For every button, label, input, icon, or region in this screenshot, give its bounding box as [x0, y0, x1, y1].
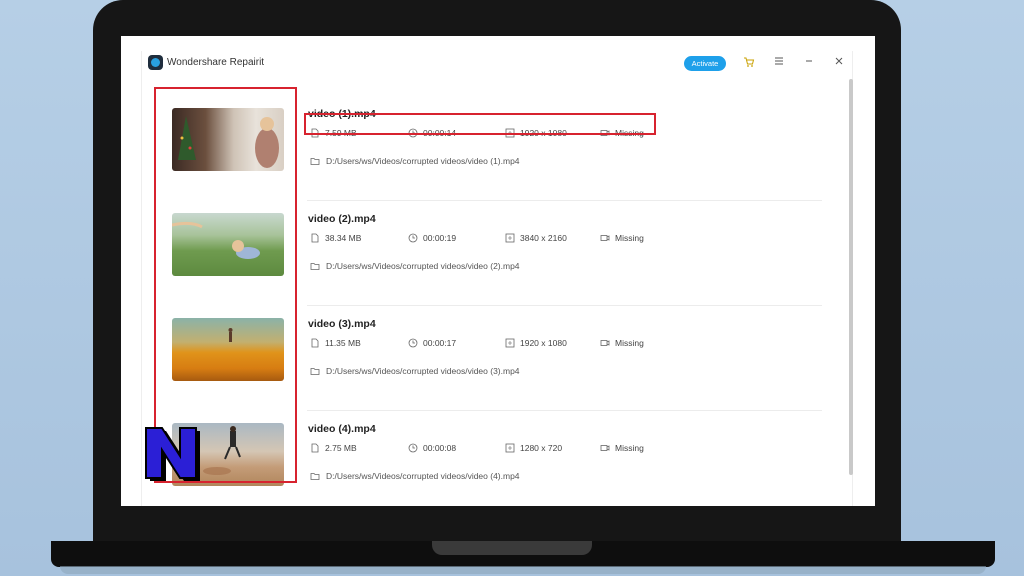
file-size: 11.35 MB [310, 338, 361, 348]
title-bar: Wondershare Repairit Activate [142, 51, 854, 75]
file-icon [311, 233, 319, 243]
laptop-shadow [60, 566, 986, 574]
scrollbar[interactable] [849, 79, 853, 475]
file-path: D:/Users/ws/Videos/corrupted videos/vide… [310, 471, 520, 481]
folder-icon [310, 263, 320, 270]
video-filename: video (2).mp4 [308, 213, 376, 225]
video-camera-icon [600, 340, 610, 346]
video-filename: video (4).mp4 [308, 423, 376, 435]
folder-icon [310, 158, 320, 165]
metadata-highlight-box [304, 113, 656, 135]
minimize-icon[interactable] [802, 56, 816, 70]
audio-status-value: Missing [615, 233, 644, 243]
file-size-value: 11.35 MB [325, 338, 361, 348]
file-size: 2.75 MB [310, 443, 357, 453]
activate-button[interactable]: Activate [684, 56, 726, 71]
file-icon [311, 443, 319, 453]
file-path: D:/Users/ws/Videos/corrupted videos/vide… [310, 156, 520, 166]
file-size-value: 38.34 MB [325, 233, 362, 243]
laptop-notch [432, 541, 592, 555]
file-icon [311, 338, 319, 348]
audio-status: Missing [600, 338, 644, 348]
resolution-value: 1280 x 720 [520, 443, 563, 453]
menu-icon[interactable] [772, 56, 786, 70]
resolution: 1920 x 1080 [505, 338, 567, 348]
file-path-value: D:/Users/ws/Videos/corrupted videos/vide… [326, 366, 520, 376]
duration-value: 00:00:08 [423, 443, 457, 453]
folder-icon [310, 368, 320, 375]
video-camera-icon [600, 445, 610, 451]
video-camera-icon [600, 235, 610, 241]
audio-status: Missing [600, 443, 644, 453]
clock-icon [408, 338, 418, 348]
resolution-icon [505, 233, 515, 243]
clock-icon [408, 443, 418, 453]
n-logo-icon [145, 427, 200, 481]
duration-value: 00:00:17 [423, 338, 457, 348]
repairit-logo-icon [148, 55, 163, 70]
folder-icon [310, 473, 320, 480]
resolution-value: 1920 x 1080 [520, 338, 567, 348]
audio-status-value: Missing [615, 338, 644, 348]
video-filename: video (3).mp4 [308, 318, 376, 330]
resolution-icon [505, 338, 515, 348]
duration: 00:00:19 [408, 233, 456, 243]
file-path: D:/Users/ws/Videos/corrupted videos/vide… [310, 366, 520, 376]
audio-status-value: Missing [615, 443, 644, 453]
file-size: 38.34 MB [310, 233, 361, 243]
clock-icon [408, 233, 418, 243]
duration: 00:00:17 [408, 338, 456, 348]
resolution: 3840 x 2160 [505, 233, 567, 243]
file-path-value: D:/Users/ws/Videos/corrupted videos/vide… [326, 261, 520, 271]
file-size-value: 2.75 MB [325, 443, 357, 453]
duration: 00:00:08 [408, 443, 456, 453]
file-path: D:/Users/ws/Videos/corrupted videos/vide… [310, 261, 520, 271]
audio-status: Missing [600, 233, 644, 243]
app-title: Wondershare Repairit [167, 57, 265, 68]
resolution-value: 3840 x 2160 [520, 233, 567, 243]
close-icon[interactable] [832, 56, 846, 70]
resolution-icon [505, 443, 515, 453]
file-path-value: D:/Users/ws/Videos/corrupted videos/vide… [326, 156, 520, 166]
cart-icon[interactable] [742, 56, 756, 70]
file-path-value: D:/Users/ws/Videos/corrupted videos/vide… [326, 471, 520, 481]
resolution: 1280 x 720 [505, 443, 562, 453]
duration-value: 00:00:19 [423, 233, 457, 243]
